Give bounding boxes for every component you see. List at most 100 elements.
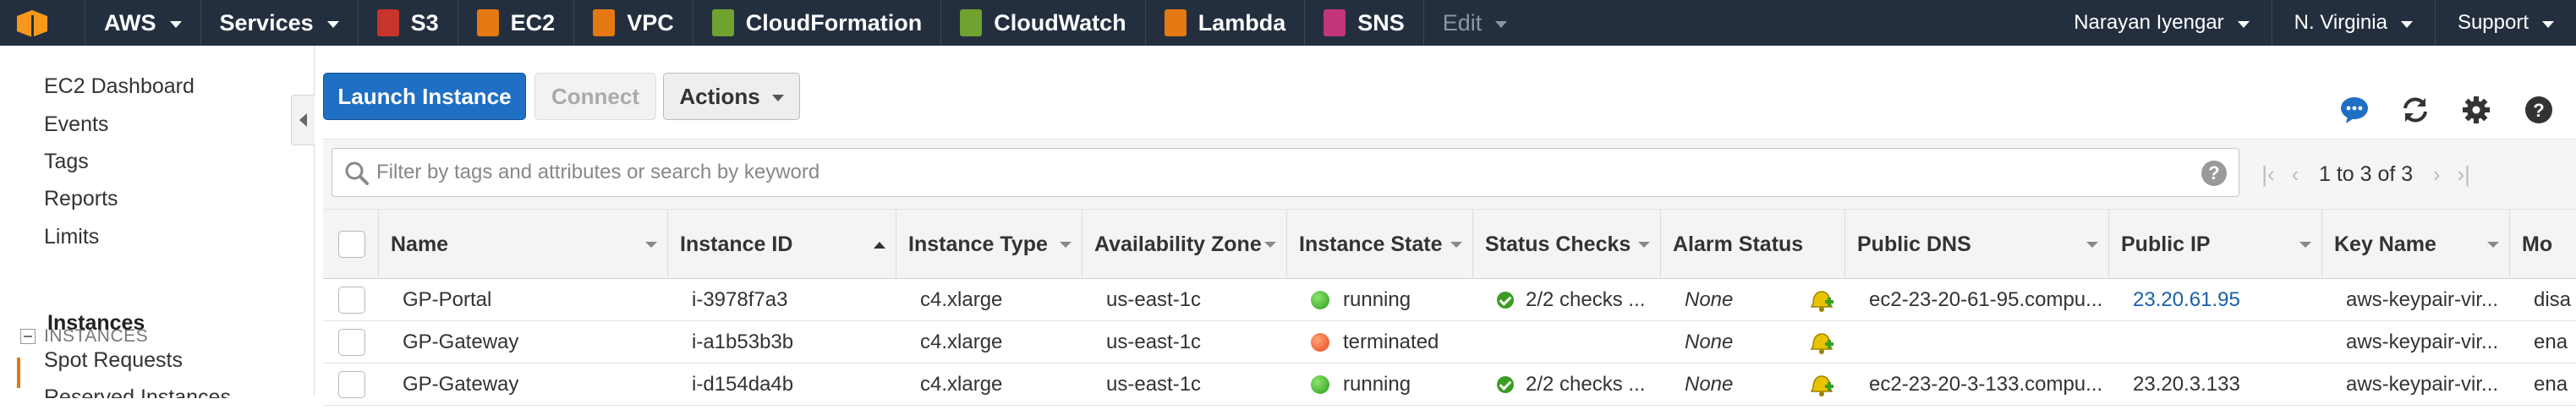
cell-public-dns xyxy=(1857,321,2109,364)
column-label: Instance Type xyxy=(908,232,1048,256)
status-terminated-icon xyxy=(1311,333,1329,352)
search-box: ? xyxy=(332,148,2239,197)
column-label: Instance ID xyxy=(680,232,793,256)
search-input[interactable] xyxy=(376,156,2178,189)
region-menu[interactable]: N. Virginia xyxy=(2272,0,2436,46)
table-row[interactable]: GP-Gateway i-a1b53b3b c4.xlarge us-east-… xyxy=(323,321,2576,364)
user-menu[interactable]: Narayan Iyengar xyxy=(2052,0,2272,46)
table-row[interactable]: GP-Gateway i-d154da4b c4.xlarge us-east-… xyxy=(323,364,2576,406)
column-header-key-name[interactable]: Key Name xyxy=(2322,210,2510,279)
last-page-icon[interactable]: ›| xyxy=(2450,159,2477,189)
pagination: |‹ ‹ 1 to 3 of 3 › ›| xyxy=(2255,155,2477,194)
column-header-monitoring[interactable]: Mo xyxy=(2510,210,2576,279)
chevron-down-icon xyxy=(771,94,784,101)
column-header-instance-state[interactable]: Instance State xyxy=(1287,210,1473,279)
column-header-public-dns[interactable]: Public DNS xyxy=(1845,210,2109,279)
prev-page-icon[interactable]: ‹ xyxy=(2282,159,2309,189)
cell-name: GP-Gateway xyxy=(403,373,519,396)
column-header-instance-id[interactable]: Instance ID xyxy=(668,210,896,279)
column-label: Public DNS xyxy=(1857,232,1971,256)
row-checkbox[interactable] xyxy=(338,371,365,398)
nav-aws-menu[interactable]: AWS xyxy=(85,0,201,46)
sidebar-item-limits[interactable]: Limits xyxy=(44,225,99,249)
column-header-status-checks[interactable]: Status Checks xyxy=(1473,210,1661,279)
nav-edit-menu[interactable]: Edit xyxy=(1424,0,1526,46)
chevron-down-icon xyxy=(326,20,339,28)
create-alarm-icon[interactable] xyxy=(1808,329,1835,356)
cell-instance-type: c4.xlarge xyxy=(920,331,1003,353)
launch-instance-button[interactable]: Launch Instance xyxy=(323,73,526,120)
table-row[interactable]: GP-Portal i-3978f7a3 c4.xlarge us-east-1… xyxy=(323,279,2576,321)
refresh-icon[interactable] xyxy=(2400,95,2431,125)
nav-s3-label: S3 xyxy=(410,9,439,36)
sort-icon xyxy=(1638,242,1650,248)
nav-shortcut-sns[interactable]: SNS xyxy=(1305,0,1424,46)
support-label: Support xyxy=(2457,11,2529,34)
feedback-chat-icon[interactable] xyxy=(2339,95,2370,125)
nav-shortcut-vpc[interactable]: VPC xyxy=(574,0,693,46)
sort-icon xyxy=(645,242,657,248)
chevron-down-icon xyxy=(169,20,182,28)
column-header-alarm-status[interactable]: Alarm Status xyxy=(1661,210,1845,279)
actions-label: Actions xyxy=(679,83,760,109)
column-header-instance-type[interactable]: Instance Type xyxy=(896,210,1082,279)
cell-monitoring: ena xyxy=(2534,373,2568,396)
cell-alarm-action xyxy=(1808,321,1845,364)
nav-services-menu[interactable]: Services xyxy=(201,0,359,46)
nav-lambda-label: Lambda xyxy=(1198,9,1286,36)
nav-shortcut-ec2[interactable]: EC2 xyxy=(458,0,575,46)
nav-shortcut-cloudformation[interactable]: CloudFormation xyxy=(693,0,942,46)
status-running-icon xyxy=(1311,375,1329,394)
sidebar: EC2 Dashboard Events Tags Reports Limits… xyxy=(0,46,315,398)
cloudformation-icon xyxy=(711,9,734,36)
cell-instance-type: c4.xlarge xyxy=(920,288,1003,311)
row-select-cell xyxy=(323,279,379,321)
column-label: Status Checks xyxy=(1485,232,1631,256)
nav-ec2-label: EC2 xyxy=(510,9,556,36)
column-header-name[interactable]: Name xyxy=(379,210,668,279)
nav-shortcut-cloudwatch[interactable]: CloudWatch xyxy=(941,0,1146,46)
row-select-cell xyxy=(323,364,379,406)
help-icon[interactable]: ? xyxy=(2524,95,2554,125)
sidebar-item-reports[interactable]: Reports xyxy=(44,187,118,211)
support-menu[interactable]: Support xyxy=(2436,0,2576,46)
column-header-public-ip[interactable]: Public IP xyxy=(2109,210,2322,279)
nav-shortcut-lambda[interactable]: Lambda xyxy=(1146,0,1306,46)
connect-button[interactable]: Connect xyxy=(534,73,656,120)
sidebar-item-tags[interactable]: Tags xyxy=(44,150,89,174)
select-all-checkbox[interactable] xyxy=(338,231,365,258)
actions-button[interactable]: Actions xyxy=(663,73,800,120)
first-page-icon[interactable]: |‹ xyxy=(2255,159,2282,189)
create-alarm-icon[interactable] xyxy=(1808,287,1835,314)
search-icon xyxy=(345,161,369,185)
sidebar-item-instances[interactable]: Instances xyxy=(47,311,145,336)
state-label: running xyxy=(1343,373,1411,396)
cell-public-ip xyxy=(2121,321,2322,364)
cell-public-ip: 23.20.3.133 xyxy=(2133,373,2240,396)
sort-icon xyxy=(1060,242,1072,248)
cell-public-ip[interactable]: 23.20.61.95 xyxy=(2121,279,2322,321)
nav-cloudformation-label: CloudFormation xyxy=(745,9,923,36)
s3-icon xyxy=(376,9,399,36)
sidebar-item-events[interactable]: Events xyxy=(44,112,108,137)
nav-aws-label: AWS xyxy=(104,9,156,36)
row-checkbox[interactable] xyxy=(338,329,365,356)
filter-bar: ? |‹ ‹ 1 to 3 of 3 › ›| xyxy=(323,139,2576,210)
gear-icon[interactable] xyxy=(2461,95,2491,125)
create-alarm-icon[interactable] xyxy=(1808,371,1835,398)
aws-logo-icon[interactable] xyxy=(14,7,51,39)
search-help-icon[interactable]: ? xyxy=(2201,161,2227,186)
sidebar-item-ec2-dashboard[interactable]: EC2 Dashboard xyxy=(44,74,195,99)
column-header-availability-zone[interactable]: Availability Zone xyxy=(1082,210,1287,279)
row-checkbox[interactable] xyxy=(338,287,365,314)
cell-alarm-action xyxy=(1808,364,1845,406)
nav-edit-label: Edit xyxy=(1442,9,1483,36)
sidebar-collapse-handle[interactable] xyxy=(291,95,315,145)
column-label: Mo xyxy=(2522,232,2553,256)
collapse-icon[interactable] xyxy=(20,329,36,344)
sidebar-item-spot-requests[interactable]: Spot Requests xyxy=(44,348,183,373)
cell-public-dns: ec2-23-20-3-133.compu... xyxy=(1869,373,2103,396)
next-page-icon[interactable]: › xyxy=(2423,159,2450,189)
sidebar-item-reserved-instances[interactable]: Reserved Instances xyxy=(44,385,231,398)
nav-shortcut-s3[interactable]: S3 xyxy=(359,0,458,46)
